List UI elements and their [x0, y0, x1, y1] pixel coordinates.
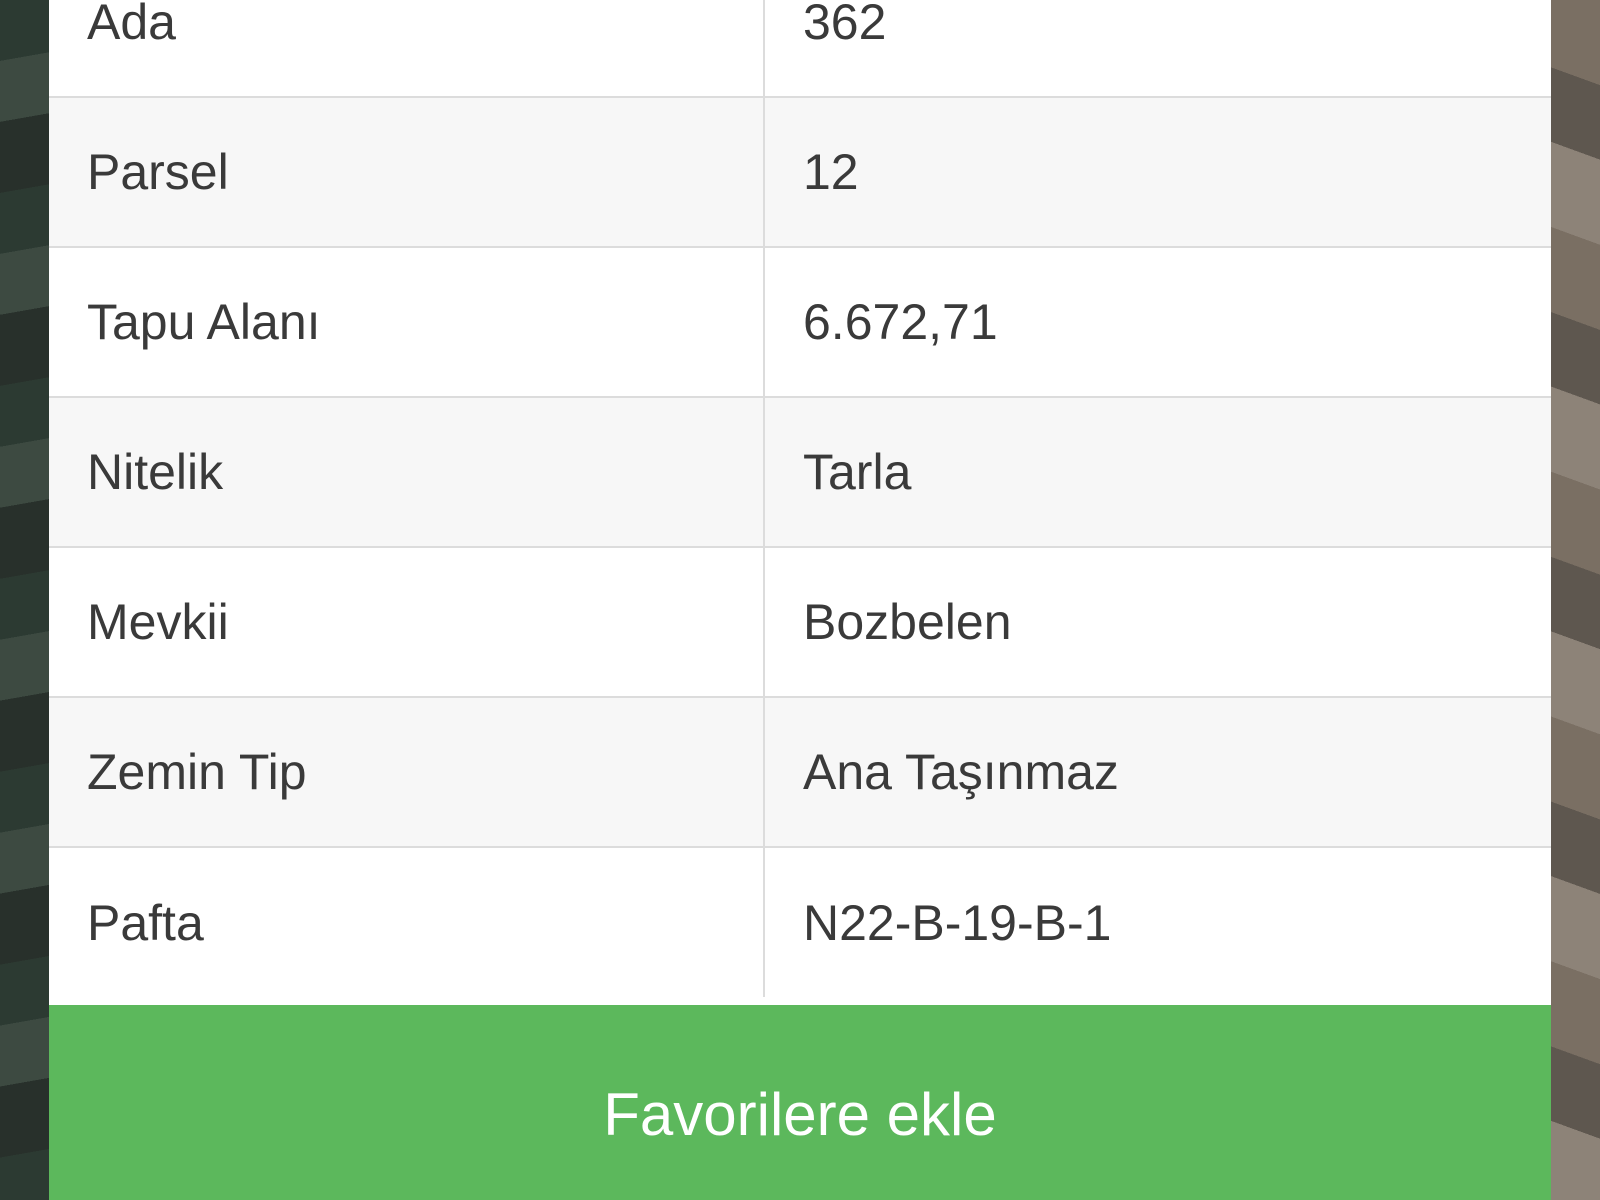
- row-label-pafta: Pafta: [49, 846, 765, 997]
- row-value-mevkii: Bozbelen: [764, 546, 1551, 697]
- parcel-info-table: Ada 362 Parsel 12 Tapu Alanı 6.672,71 Ni…: [49, 0, 1551, 997]
- parcel-info-panel: Ada 362 Parsel 12 Tapu Alanı 6.672,71 Ni…: [49, 0, 1551, 1200]
- row-value-nitelik: Tarla: [764, 396, 1551, 547]
- row-value-zemin-tip: Ana Taşınmaz: [764, 696, 1551, 847]
- table-row: Parsel 12: [49, 96, 1551, 247]
- row-value-tapu-alani: 6.672,71: [764, 246, 1551, 397]
- row-value-pafta: N22-B-19-B-1: [764, 846, 1551, 997]
- row-label-zemin-tip: Zemin Tip: [49, 696, 765, 847]
- table-row: Ada 362: [49, 0, 1551, 97]
- add-to-favorites-button[interactable]: Favorilere ekle: [49, 1005, 1551, 1200]
- row-label-parsel: Parsel: [49, 96, 765, 247]
- row-value-ada: 362: [764, 0, 1551, 97]
- row-label-ada: Ada: [49, 0, 765, 97]
- table-row: Pafta N22-B-19-B-1: [49, 846, 1551, 997]
- row-label-nitelik: Nitelik: [49, 396, 765, 547]
- row-label-tapu-alani: Tapu Alanı: [49, 246, 765, 397]
- table-row: Tapu Alanı 6.672,71: [49, 246, 1551, 397]
- row-value-parsel: 12: [764, 96, 1551, 247]
- table-row: Mevkii Bozbelen: [49, 546, 1551, 697]
- row-label-mevkii: Mevkii: [49, 546, 765, 697]
- table-row: Zemin Tip Ana Taşınmaz: [49, 696, 1551, 847]
- table-row: Nitelik Tarla: [49, 396, 1551, 547]
